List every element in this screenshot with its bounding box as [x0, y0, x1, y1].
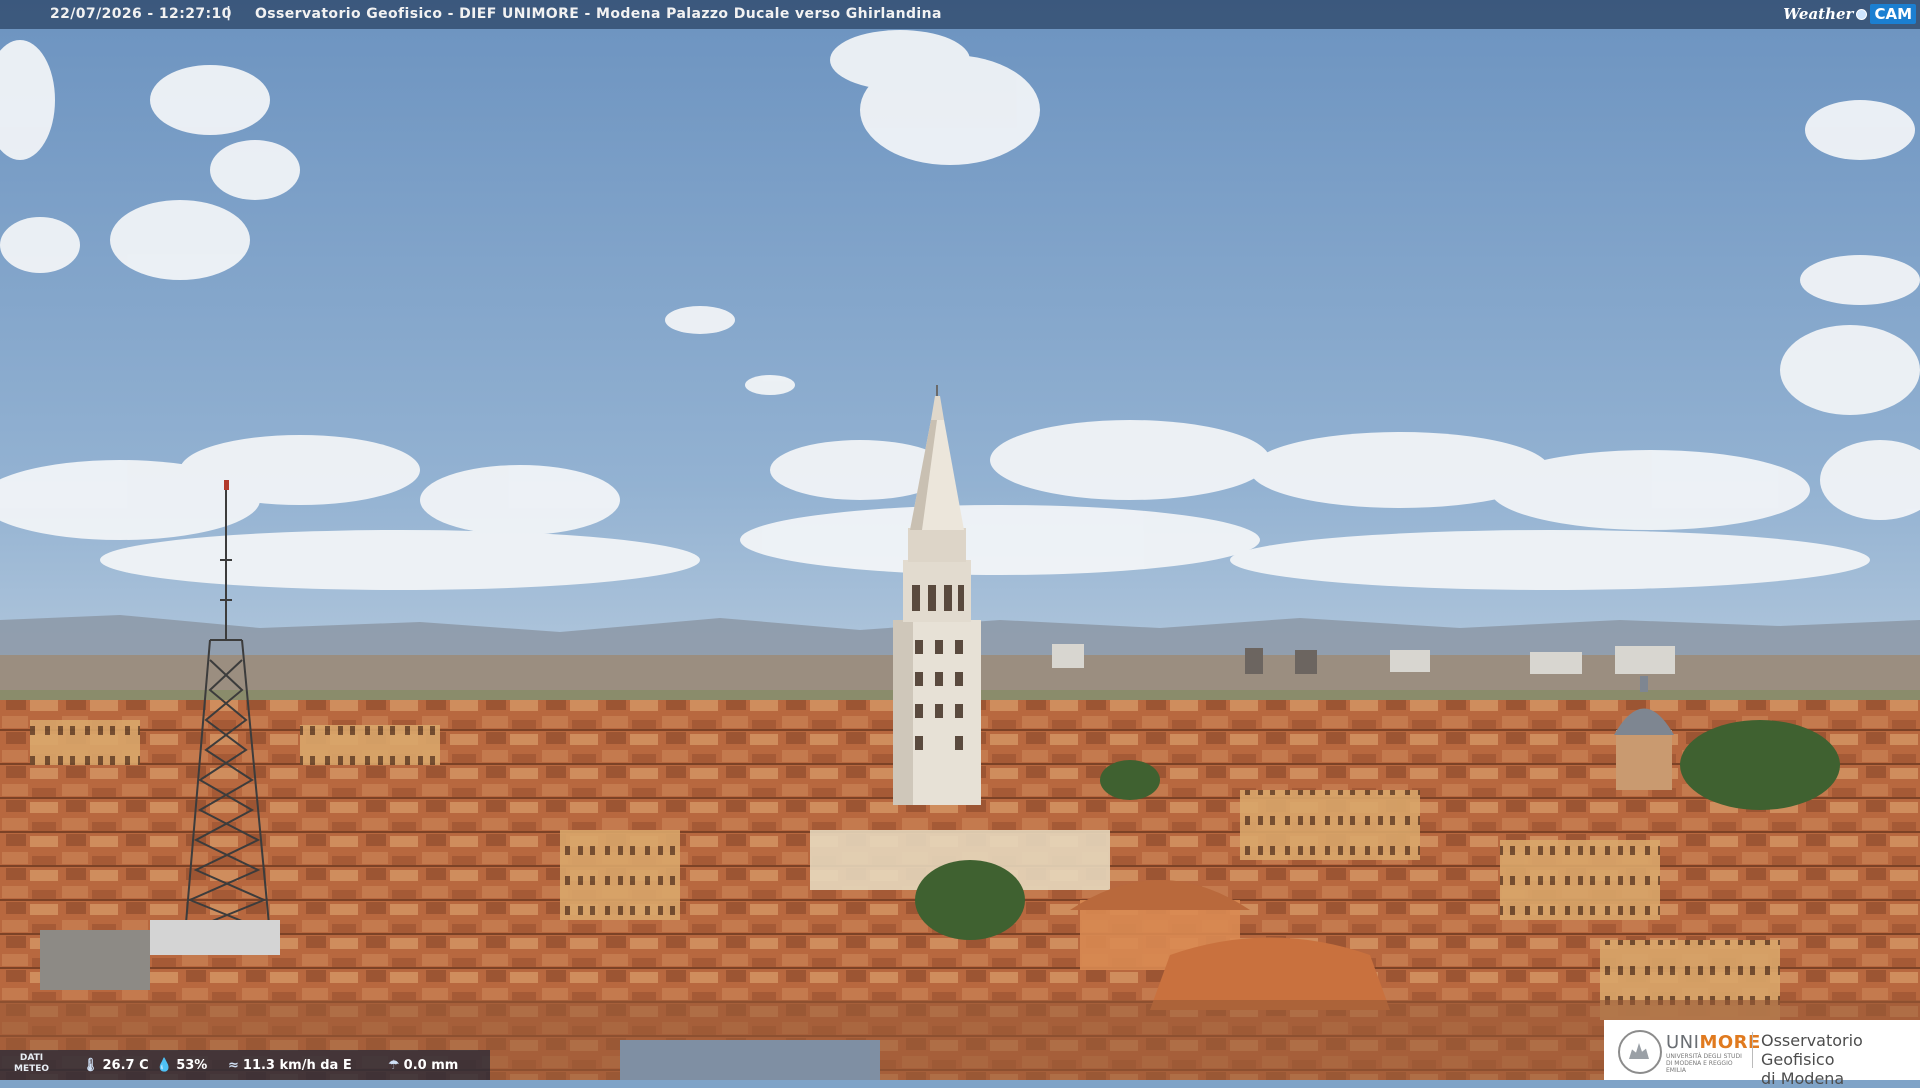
weathercam-logo: Weather CAM [1783, 2, 1916, 26]
timestamp: 22/07/2026 - 12:27:10 [50, 6, 232, 22]
humidity-drop-icon: 💧 [156, 1058, 173, 1073]
separator: | [226, 5, 232, 21]
wind-item: ≈ 11.3 km/h da E [228, 1058, 352, 1073]
humidity-value: 53% [176, 1058, 208, 1073]
university-seal-icon [1618, 1030, 1662, 1074]
unimore-subtitle: UNIVERSITÀ DEGLI STUDI DI MODENA E REGGI… [1666, 1053, 1742, 1074]
weathercam-logo-word: Weather [1783, 5, 1854, 23]
wind-value: 11.3 km/h da E [242, 1058, 352, 1073]
rain-value: 0.0 mm [403, 1058, 459, 1073]
temperature-item: 🌡 26.7 C [82, 1058, 149, 1073]
unimore-brand: UNIMORE [1666, 1032, 1761, 1053]
temperature-value: 26.7 C [102, 1058, 149, 1073]
rain-item: ☂ 0.0 mm [388, 1058, 458, 1073]
thermometer-icon: 🌡 [82, 1058, 99, 1073]
logo-divider [1752, 1032, 1753, 1068]
webcam-view [0, 0, 1920, 1080]
weathercam-dot-icon [1856, 8, 1868, 20]
info-bar: 22/07/2026 - 12:27:10 | Osservatorio Geo… [0, 0, 1920, 29]
camera-title: Osservatorio Geofisico - DIEF UNIMORE - … [255, 6, 942, 22]
weathercam-logo-cam: CAM [1870, 4, 1916, 24]
rain-gauge-icon: ☂ [388, 1058, 400, 1073]
weather-data-bar: DATI METEO 🌡 26.7 C 💧 53% ≈ 11.3 km/h da… [0, 1050, 490, 1080]
unimore-logo: UNIMORE UNIVERSITÀ DEGLI STUDI DI MODENA… [1604, 1020, 1920, 1088]
humidity-item: 💧 53% [156, 1058, 207, 1073]
meteo-label: DATI METEO [14, 1053, 50, 1074]
observatory-name: Osservatorio Geofisico di Modena [1761, 1031, 1863, 1088]
wind-icon: ≈ [228, 1058, 239, 1073]
